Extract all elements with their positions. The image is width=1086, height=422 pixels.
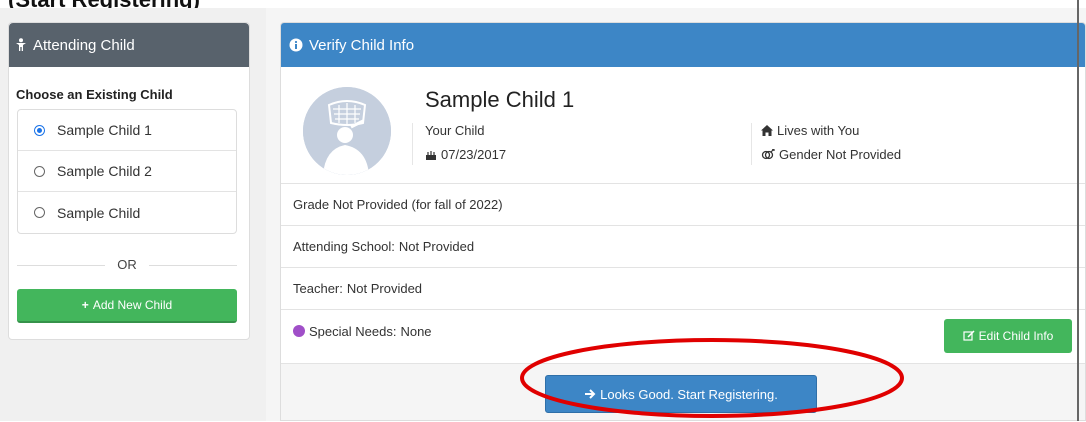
grade-text: Grade Not Provided (for fall of 2022)	[293, 197, 503, 212]
start-registering-button[interactable]: Looks Good. Start Registering.	[545, 375, 817, 413]
child-option-label: Sample Child 2	[57, 163, 152, 179]
attending-child-header: Attending Child	[9, 23, 249, 67]
attending-child-panel: Attending Child Choose an Existing Child…	[8, 22, 250, 340]
info-icon	[289, 38, 303, 52]
add-new-child-label: Add New Child	[92, 298, 173, 312]
special-needs-label: Special Needs:	[309, 324, 397, 339]
home-icon	[761, 125, 773, 136]
lives-with-row: Lives with You	[761, 123, 859, 138]
child-name: Sample Child 1	[425, 87, 575, 112]
school-label: Attending School:	[293, 239, 395, 254]
gender-text: Gender Not Provided	[779, 147, 902, 162]
edit-child-info-button[interactable]: Edit Child Info	[944, 319, 1072, 353]
plus-icon: +	[81, 298, 89, 312]
lives-with-text: Lives with You	[777, 123, 860, 138]
arrow-right-icon	[584, 388, 596, 400]
attending-child-title: Attending Child	[33, 36, 135, 54]
vertical-divider	[412, 123, 413, 165]
edit-child-info-label: Edit Child Info	[978, 329, 1054, 343]
gender-icon	[761, 148, 775, 161]
existing-child-list: Sample Child 1 Sample Child 2 Sample Chi…	[17, 109, 237, 234]
gender-row: Gender Not Provided	[761, 147, 901, 162]
radio-icon[interactable]	[34, 207, 45, 218]
teacher-label: Teacher:	[293, 281, 343, 296]
vertical-divider	[751, 123, 752, 165]
special-needs-value: None	[400, 324, 432, 339]
edit-icon	[963, 330, 975, 342]
or-divider: OR	[17, 255, 237, 275]
radio-selected-icon[interactable]	[34, 124, 45, 136]
verify-child-title: Verify Child Info	[309, 36, 415, 54]
child-icon	[15, 38, 27, 52]
child-option-2[interactable]: Sample Child 2	[18, 151, 236, 192]
choose-existing-label: Choose an Existing Child	[16, 87, 173, 102]
radio-icon[interactable]	[34, 165, 45, 177]
child-option-1[interactable]: Sample Child 1	[18, 110, 236, 151]
child-option-label: Sample Child 1	[57, 122, 152, 138]
child-option-3[interactable]: Sample Child	[18, 192, 236, 233]
grade-row: Grade Not Provided (for fall of 2022)	[281, 183, 1085, 225]
verify-child-panel: Verify Child Info Sample Child 1 Your Ch…	[280, 22, 1086, 421]
school-row: Attending School: Not Provided	[281, 225, 1085, 267]
school-value: Not Provided	[398, 239, 475, 254]
teacher-value: Not Provided	[346, 281, 423, 296]
child-option-label: Sample Child	[57, 204, 141, 221]
birthdate-row: 07/23/2017	[425, 147, 506, 162]
relationship-text: Your Child	[425, 123, 485, 138]
birthdate-text: 07/23/2017	[441, 147, 507, 162]
window-edge	[1077, 0, 1079, 421]
divider-line	[149, 265, 237, 266]
verify-child-header: Verify Child Info	[281, 23, 1085, 67]
special-needs-icon	[293, 325, 305, 337]
child-avatar	[303, 87, 391, 175]
add-new-child-button[interactable]: + Add New Child	[17, 289, 237, 323]
teacher-row: Teacher: Not Provided	[281, 267, 1085, 309]
birthday-cake-icon	[425, 149, 437, 161]
start-registering-label: Looks Good. Start Registering.	[600, 386, 778, 402]
